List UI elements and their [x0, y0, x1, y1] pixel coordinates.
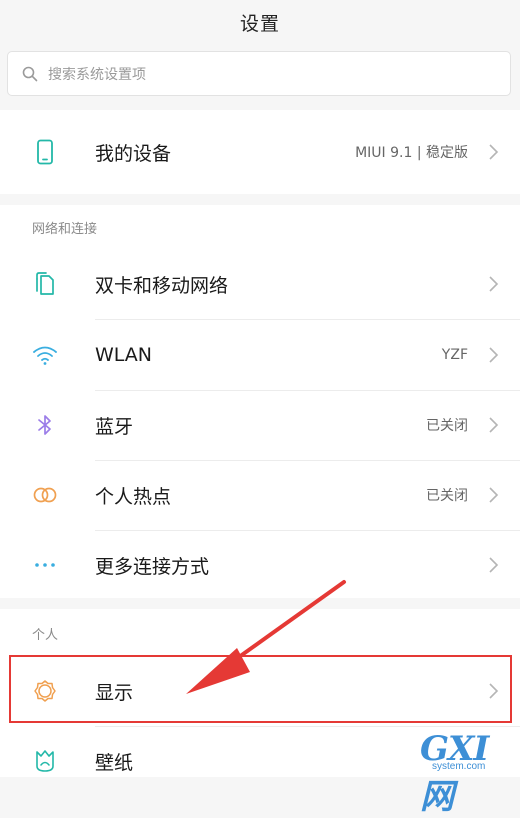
my-device-row[interactable]: 我的设备 MIUI 9.1 | 稳定版 [0, 117, 520, 187]
watermark-text: GXI网 [420, 729, 489, 817]
app-header: 设置 [0, 0, 520, 44]
hotspot-status: 已关闭 [426, 488, 468, 504]
more-dots-icon [32, 552, 58, 578]
chevron-right-icon [489, 417, 499, 433]
search-icon [22, 66, 38, 81]
search-placeholder: 搜索系统设置项 [48, 66, 146, 83]
watermark-sub: system.com [432, 761, 486, 772]
my-device-label: 我的设备 [95, 142, 172, 165]
search-area: 搜索系统设置项 [0, 44, 520, 106]
wlan-label: WLAN [95, 344, 153, 366]
search-input[interactable]: 搜索系统设置项 [7, 51, 511, 96]
chevron-right-icon [489, 683, 499, 699]
phone-icon [32, 139, 58, 165]
watermark-logo: GXI网 system.com [420, 727, 516, 817]
row-bluetooth[interactable]: 蓝牙 已关闭 [0, 390, 520, 460]
page-title: 设置 [239, 12, 280, 35]
chevron-right-icon [489, 144, 499, 160]
display-label: 显示 [95, 681, 134, 704]
wifi-icon [32, 342, 58, 368]
row-more-connections[interactable]: 更多连接方式 [0, 530, 520, 600]
wlan-ssid: YZF [441, 347, 468, 363]
dual-sim-label: 双卡和移动网络 [95, 274, 229, 297]
row-dual-sim[interactable]: 双卡和移动网络 [0, 249, 520, 319]
chevron-right-icon [489, 276, 499, 292]
wallpaper-label: 壁纸 [95, 751, 134, 774]
device-card: 我的设备 MIUI 9.1 | 稳定版 [0, 110, 520, 194]
chevron-right-icon [489, 347, 499, 363]
display-sun-icon [32, 678, 58, 704]
bluetooth-icon [32, 412, 58, 438]
section-title-network: 网络和连接 [32, 222, 98, 237]
network-card: 网络和连接 双卡和移动网络 WLAN YZF 蓝牙 已关闭 个人热点 已关闭 更… [0, 205, 520, 598]
wallpaper-icon [32, 748, 58, 774]
more-connections-label: 更多连接方式 [95, 555, 210, 578]
hotspot-icon [32, 482, 58, 508]
chevron-right-icon [489, 487, 499, 503]
bluetooth-label: 蓝牙 [95, 415, 134, 438]
chevron-right-icon [489, 557, 499, 573]
miui-version: MIUI 9.1 | 稳定版 [355, 145, 468, 161]
row-display[interactable]: 显示 [0, 656, 520, 726]
section-title-personal: 个人 [32, 628, 59, 643]
row-wlan[interactable]: WLAN YZF [0, 320, 520, 390]
bluetooth-status: 已关闭 [426, 418, 468, 434]
row-hotspot[interactable]: 个人热点 已关闭 [0, 460, 520, 530]
dual-sim-icon [32, 271, 58, 297]
hotspot-label: 个人热点 [95, 485, 172, 508]
